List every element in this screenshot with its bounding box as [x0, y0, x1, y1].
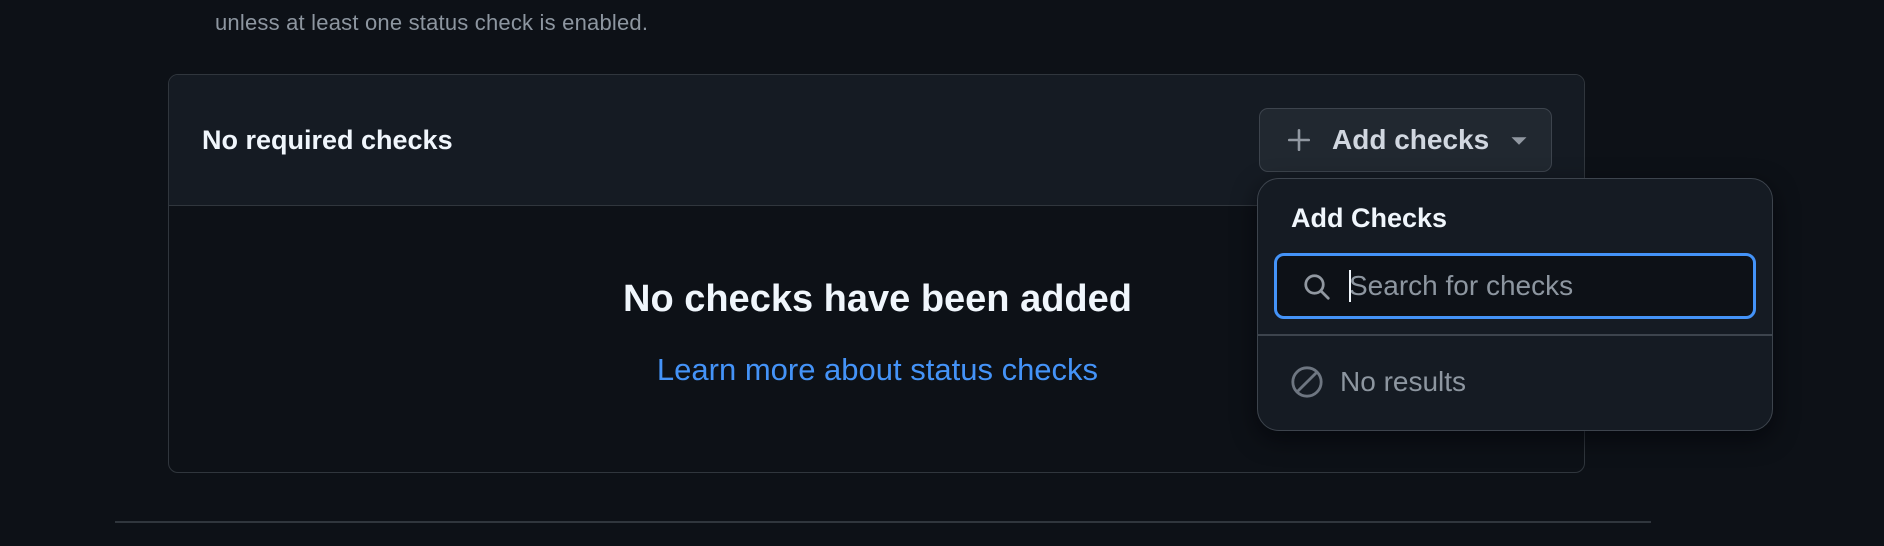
add-checks-button-label: Add checks: [1332, 124, 1490, 155]
plus-icon: [1287, 128, 1311, 152]
required-checks-title: No required checks: [202, 125, 453, 155]
no-results-row: No results: [1290, 365, 1466, 399]
status-checks-description: unless at least one status check is enab…: [215, 10, 649, 35]
search-icon: [1304, 274, 1330, 300]
text-cursor: [1349, 270, 1351, 302]
search-field[interactable]: [1274, 253, 1756, 319]
search-checks-input[interactable]: [1349, 264, 1739, 308]
page: unless at least one status check is enab…: [0, 0, 1884, 546]
no-results-text: No results: [1340, 366, 1467, 397]
add-checks-button[interactable]: Add checks: [1259, 108, 1552, 172]
circle-slash-icon: [1291, 366, 1323, 398]
dropdown-divider: [1258, 334, 1772, 336]
triangle-down-icon: [1511, 137, 1527, 145]
add-checks-dropdown: Add Checks No results: [1257, 178, 1773, 431]
section-divider: [115, 521, 1651, 523]
dropdown-title: Add Checks: [1291, 203, 1448, 233]
